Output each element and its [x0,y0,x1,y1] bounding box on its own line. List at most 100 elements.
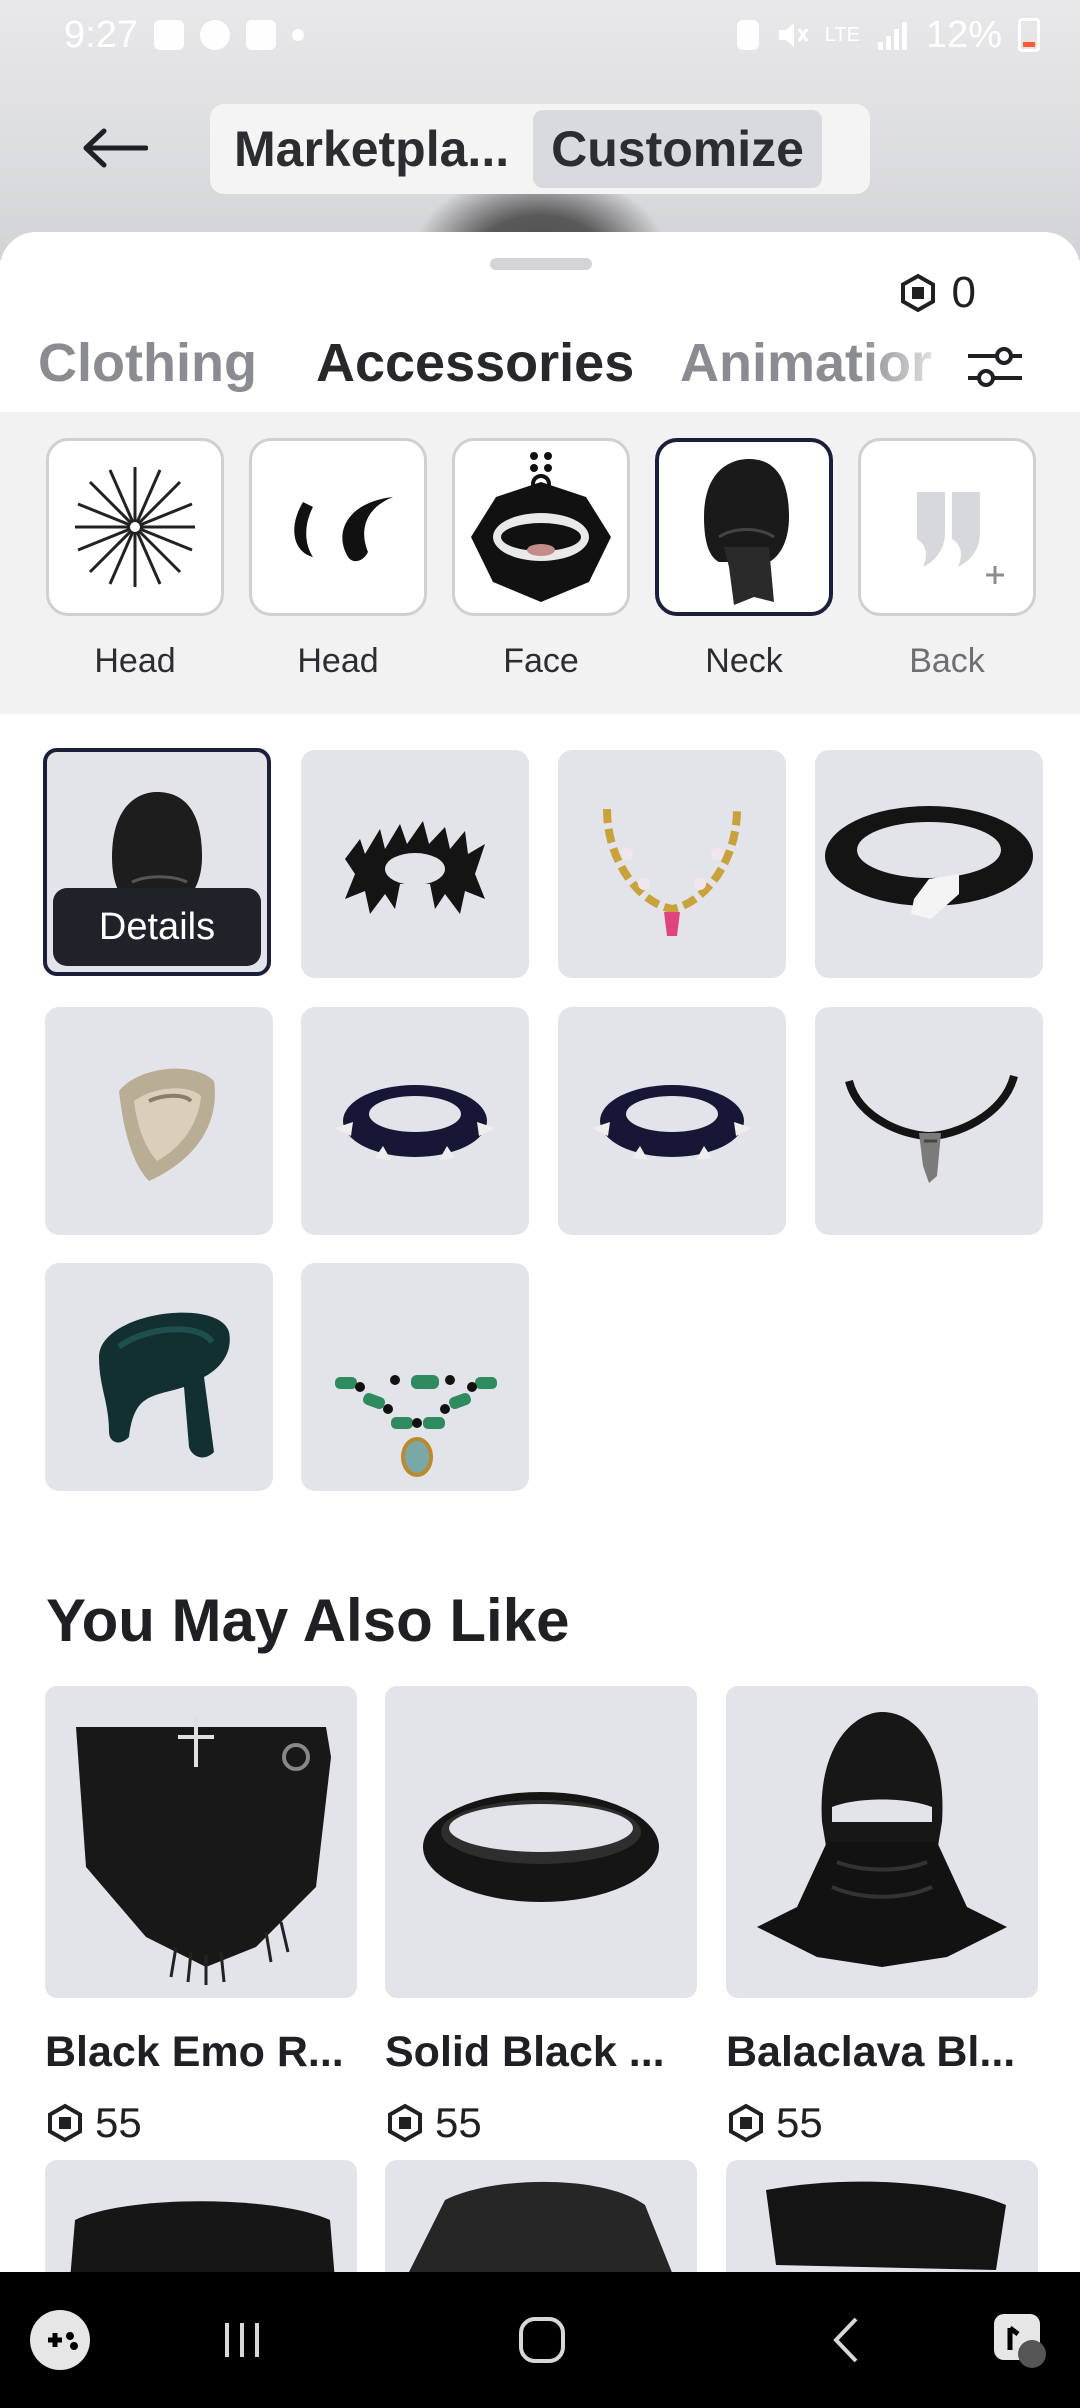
rec-item-price: 55 [385,2099,697,2147]
details-button[interactable]: Details [53,888,261,966]
pendant-necklace-icon [845,1074,1018,1183]
teal-scarf-icon [99,1312,230,1458]
system-back-button[interactable] [806,2300,886,2380]
home-icon [519,2317,565,2363]
jade-bead-necklace-icon [335,1375,497,1477]
spiked-collar-icon [592,1085,752,1160]
category-head-horns[interactable]: Head [249,438,427,681]
filter-button[interactable] [960,332,1030,402]
rec-item-balaclava[interactable]: Balaclava Bl... 55 [726,1686,1038,2147]
tab-accessories[interactable]: Accessories [316,332,634,394]
nfc-icon [736,20,759,50]
status-bar: 9:27 LTE 12% [0,0,1080,70]
tab-marketplace[interactable]: Marketpla... [216,110,527,188]
mode-switcher: Marketpla... Customize [210,104,870,194]
mute-icon [778,23,808,47]
category-head-hair[interactable]: Head [46,438,224,681]
owned-item-fur-collar[interactable] [301,750,529,978]
spiky-hair-icon [75,467,195,587]
tab-customize[interactable]: Customize [533,110,822,188]
rec-item-price-value: 55 [95,2099,142,2146]
rec-item-price: 55 [726,2099,1038,2147]
category-thumbnail [46,438,224,616]
battery-percent: 12% [925,13,1002,56]
black-belt-collar-icon [825,806,1033,919]
fur-collar-icon [345,821,485,914]
robux-balance[interactable]: 0 [898,268,976,318]
system-navigation-bar [0,2272,1080,2408]
category-label: Head [297,642,379,680]
back-button[interactable] [70,108,160,188]
owned-item-pendant-necklace[interactable] [815,1007,1043,1235]
category-label: Back [909,642,985,680]
add-icon [977,557,1013,593]
rec-item-price-value: 55 [435,2099,482,2146]
category-back[interactable]: Back [858,438,1036,681]
rec-item-thumbnail [385,1686,697,1998]
owned-item-gold-chain[interactable] [558,750,786,978]
rec-item-price: 55 [45,2099,357,2147]
game-launcher-button[interactable] [20,2300,100,2380]
recent-apps-icon [225,2323,259,2357]
rec-item-black-band[interactable]: Solid Black ... 55 [385,1686,697,2147]
robux-icon [729,2103,763,2143]
owned-item-spiked-collar-2[interactable] [558,1007,786,1235]
rec-item-price-value: 55 [776,2099,823,2146]
touch-assist-icon [994,2314,1046,2368]
tab-clothing[interactable]: Clothing [38,332,257,394]
app-notification-icon [199,20,230,50]
horns-icon [294,497,393,562]
owned-item-tan-scarf[interactable] [45,1007,273,1235]
black-hood-icon [704,459,789,605]
category-label: Head [94,642,176,680]
emo-scarf-icon [76,1717,331,1985]
gallery-icon [153,20,184,50]
rec-item-partial[interactable] [726,2160,1038,2272]
tan-scarf-icon [119,1068,215,1181]
chevron-left-icon [833,2317,858,2363]
robux-icon [900,273,935,313]
filter-sliders-icon [968,347,1022,387]
network-type: LTE [824,24,860,46]
home-button[interactable] [502,2300,582,2380]
fanged-mask-icon [471,452,611,602]
section-title-recommendations: You May Also Like [46,1587,570,1654]
battery-icon [1018,18,1040,52]
owned-item-jade-necklace[interactable] [301,1263,529,1491]
customize-sheet: 0 Clothing Accessories Animatior Head He… [0,232,1080,2272]
black-band-icon [423,1792,659,1902]
category-face[interactable]: Face [452,438,630,681]
accessory-type-row: Head Head Face Neck Back [0,412,1080,714]
owned-item-teal-scarf[interactable] [45,1263,273,1491]
owned-item-black-hood[interactable]: Details [43,748,271,976]
notification-dot-icon [291,29,304,41]
owned-item-spiked-collar[interactable] [301,1007,529,1235]
signal-icon [877,22,907,50]
rec-item-thumbnail [45,1686,357,1998]
category-thumbnail [249,438,427,616]
rec-item-name: Black Emo R... [45,2028,344,2076]
gold-chain-necklace-icon [603,808,741,936]
arrow-left-icon [83,128,148,168]
black-bandana-thumbnail [409,2181,672,2272]
recent-apps-button[interactable] [202,2300,282,2380]
alert-icon [245,20,276,50]
gamepad-icon [30,2310,90,2370]
status-time: 9:27 [64,13,138,56]
rec-item-emo-scarf[interactable]: Black Emo R... 55 [45,1686,357,2147]
rec-item-partial[interactable] [45,2160,357,2272]
category-neck[interactable]: Neck [655,438,833,681]
category-label: Face [503,642,579,680]
sheet-drag-handle[interactable] [490,258,592,270]
rec-item-partial[interactable] [385,2160,697,2272]
balaclava-icon [757,1712,1007,1967]
robux-icon [48,2103,82,2143]
accessibility-button[interactable] [980,2300,1060,2380]
black-scarf-thumbnail [70,2201,335,2272]
robux-amount: 0 [951,268,976,317]
robux-icon [388,2103,422,2143]
category-thumbnail [655,438,833,616]
category-thumbnail [858,438,1036,616]
owned-item-belt-collar[interactable] [815,750,1043,978]
category-label: Neck [705,642,783,680]
